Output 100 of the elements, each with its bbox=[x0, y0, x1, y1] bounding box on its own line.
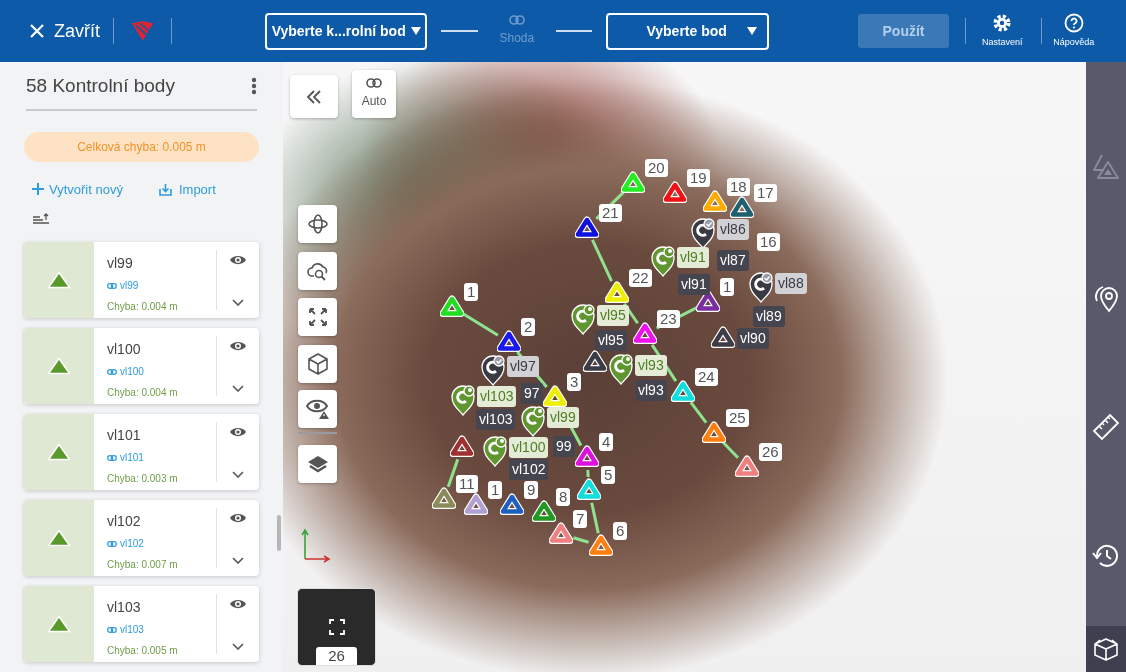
control-point-icon[interactable] bbox=[464, 493, 488, 515]
pin-label: vl93 bbox=[635, 355, 667, 376]
pin-icon[interactable] bbox=[482, 435, 508, 467]
point-card[interactable]: vl101 vl101 Chyba: 0.003 m bbox=[24, 414, 259, 490]
control-point-icon[interactable] bbox=[432, 487, 456, 509]
verified-pin-icon[interactable] bbox=[690, 217, 716, 249]
chevron-down-icon[interactable] bbox=[232, 385, 244, 392]
settings-button[interactable]: Nastavení bbox=[978, 12, 1027, 50]
cube-view-button[interactable] bbox=[298, 345, 337, 383]
location-pin-icon bbox=[1093, 283, 1119, 313]
connection-line bbox=[591, 239, 613, 282]
triangle-icon bbox=[47, 529, 71, 547]
eye-icon[interactable] bbox=[229, 512, 247, 524]
checkpoint-tag: vl102 bbox=[509, 459, 549, 480]
visibility-warning-button[interactable] bbox=[298, 390, 337, 428]
point-dropdown[interactable]: Vyberte bod bbox=[606, 12, 769, 50]
chevron-down-icon[interactable] bbox=[232, 643, 244, 650]
connection-line bbox=[573, 536, 589, 544]
fit-view-button[interactable] bbox=[298, 298, 337, 336]
chevron-down-icon[interactable] bbox=[232, 471, 244, 478]
eye-icon[interactable] bbox=[229, 340, 247, 352]
control-point-icon[interactable] bbox=[735, 455, 759, 477]
point-label: 21 bbox=[599, 204, 622, 222]
control-point-icon[interactable] bbox=[663, 181, 687, 203]
control-point-icon[interactable] bbox=[711, 326, 735, 348]
point-label: 1 bbox=[720, 278, 735, 296]
verified-pin-icon[interactable] bbox=[748, 271, 774, 303]
checkpoint-dropdown[interactable]: Vyberte k...rolní bod bbox=[265, 12, 428, 50]
caret-icon bbox=[410, 27, 421, 35]
control-point-icon[interactable] bbox=[450, 435, 474, 457]
fullscreen-icon[interactable] bbox=[328, 619, 345, 635]
sort-icon[interactable] bbox=[33, 213, 49, 225]
help-button[interactable]: Nápověda bbox=[1049, 12, 1098, 50]
pin-icon[interactable] bbox=[608, 353, 634, 385]
box-button[interactable] bbox=[1086, 626, 1126, 672]
axis-gizmo-icon bbox=[299, 527, 331, 563]
point-name: vl99 bbox=[107, 254, 134, 273]
chevron-down-icon[interactable] bbox=[232, 557, 244, 564]
control-point-icon[interactable] bbox=[730, 196, 754, 218]
triangle-icon bbox=[47, 357, 71, 375]
verified-pin-icon[interactable] bbox=[480, 354, 506, 386]
link-icon bbox=[107, 368, 117, 375]
control-point-icon[interactable] bbox=[633, 322, 657, 344]
minimap[interactable]: 26 bbox=[297, 588, 376, 666]
caret-icon bbox=[746, 27, 757, 35]
close-icon bbox=[28, 22, 46, 40]
control-point-icon[interactable] bbox=[702, 421, 726, 443]
chevron-down-icon[interactable] bbox=[232, 299, 244, 306]
control-point-icon[interactable] bbox=[575, 445, 599, 467]
orbit-button[interactable] bbox=[298, 205, 337, 243]
logo-icon bbox=[130, 20, 156, 42]
pin-label: vl86 bbox=[717, 219, 749, 240]
control-point-icon[interactable] bbox=[440, 295, 464, 317]
point-label: 18 bbox=[727, 178, 750, 196]
pin-icon[interactable] bbox=[520, 405, 546, 437]
cloud-search-button[interactable] bbox=[298, 252, 337, 290]
pin-label: vl91 bbox=[677, 247, 709, 268]
control-point-icon[interactable] bbox=[589, 534, 613, 556]
point-card[interactable]: vl99 vl99 Chyba: 0.004 m bbox=[24, 242, 259, 318]
total-error-badge: Celková chyba: 0.005 m bbox=[24, 131, 259, 162]
control-point-icon[interactable] bbox=[497, 330, 521, 352]
more-icon[interactable] bbox=[251, 77, 257, 96]
control-point-icon[interactable] bbox=[532, 500, 556, 522]
point-card[interactable]: vl100 vl100 Chyba: 0.004 m bbox=[24, 328, 259, 404]
checkpoint-tag: vl91 bbox=[678, 274, 710, 295]
collapse-button[interactable] bbox=[290, 75, 338, 118]
point-error: Chyba: 0.003 m bbox=[107, 472, 179, 486]
pin-label: vl100 bbox=[509, 437, 549, 458]
point-card[interactable]: vl102 vl102 Chyba: 0.007 m bbox=[24, 500, 259, 576]
checkpoint-tag: vl87 bbox=[717, 250, 749, 271]
control-point-icon[interactable] bbox=[549, 522, 573, 544]
point-label: 7 bbox=[573, 510, 588, 528]
control-point-icon[interactable] bbox=[583, 350, 607, 372]
connection-line bbox=[721, 441, 740, 459]
point-error: Chyba: 0.004 m bbox=[107, 300, 179, 314]
history-icon bbox=[1092, 543, 1120, 569]
layers-button[interactable] bbox=[298, 445, 337, 483]
pin-icon[interactable] bbox=[570, 303, 596, 335]
ruler-icon bbox=[1092, 413, 1120, 441]
scrollbar-thumb[interactable] bbox=[277, 515, 281, 551]
close-button[interactable]: Zavřít bbox=[28, 17, 100, 45]
point-card[interactable]: vl103 vl103 Chyba: 0.005 m bbox=[24, 586, 259, 662]
eye-icon[interactable] bbox=[229, 426, 247, 438]
point-error: Chyba: 0.005 m bbox=[107, 644, 179, 658]
eye-icon[interactable] bbox=[229, 598, 247, 610]
point-label: 2 bbox=[521, 318, 536, 336]
checkpoint-tag: 99 bbox=[553, 436, 575, 457]
connection-line bbox=[446, 458, 460, 488]
connection-line bbox=[655, 306, 698, 330]
auto-button[interactable]: Auto bbox=[352, 70, 396, 118]
control-point-icon[interactable] bbox=[500, 493, 524, 515]
eye-icon[interactable] bbox=[229, 254, 247, 266]
control-point-icon[interactable] bbox=[696, 290, 720, 312]
control-point-icon[interactable] bbox=[575, 216, 599, 238]
link-icon bbox=[107, 454, 117, 461]
control-point-icon[interactable] bbox=[703, 190, 727, 212]
pin-icon[interactable] bbox=[650, 245, 676, 277]
triangles-icon bbox=[1092, 152, 1120, 180]
pin-icon[interactable] bbox=[450, 384, 476, 416]
panel-title: 58 Kontrolní body bbox=[26, 74, 175, 98]
